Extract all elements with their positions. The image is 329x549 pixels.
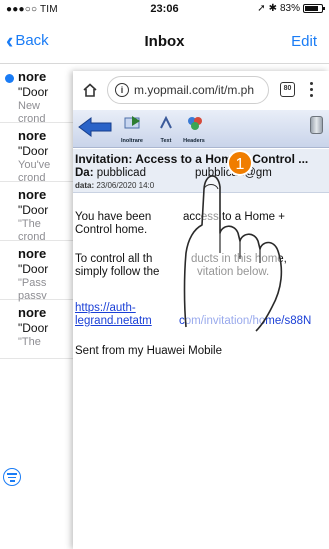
info-icon[interactable]: i: [115, 83, 129, 97]
back-arrow-icon[interactable]: [77, 116, 113, 138]
from-value: pubblicad: [96, 167, 146, 179]
mail-sender: nore: [18, 187, 47, 202]
link-text: https://auth-: [75, 302, 136, 314]
status-bar: ●●●○○ TIM 23:06 ➚ ✱ 83%: [0, 0, 329, 20]
step-marker: 1: [227, 150, 253, 176]
body-text: access to a Home +: [183, 211, 285, 223]
url-field[interactable]: i m.yopmail.com/it/m.ph: [107, 76, 269, 104]
date-label: data:: [75, 181, 95, 190]
webmail-toolbar: Inoltrare Text Headers: [73, 110, 329, 148]
filter-button[interactable]: [3, 468, 21, 486]
mail-preview: "The: [18, 336, 41, 348]
forward-label: Inoltrare: [120, 138, 143, 144]
date-value: 23/06/2020 14:0: [96, 181, 155, 190]
signature: Sent from my Huawei Mobile: [75, 345, 222, 357]
nav-bar: ‹ Back Inbox Edit: [0, 20, 329, 64]
body-text: To control all th: [75, 253, 153, 265]
battery-percent: 83%: [279, 3, 300, 14]
link-text: com/invitation/home/s88N: [179, 315, 312, 327]
body-paragraph: To control all th ducts in this home, si…: [75, 253, 287, 279]
forward-button[interactable]: Inoltrare: [115, 113, 149, 145]
invitation-link[interactable]: https://auth- legrand.netatm com/invitat…: [75, 302, 311, 328]
filter-line: [9, 480, 15, 482]
body-paragraph: You have been access to a Home + Control…: [75, 211, 285, 237]
battery-icon: [303, 4, 325, 13]
mail-sender: nore: [18, 246, 47, 261]
mail-subject: "Door: [18, 144, 49, 158]
mail-subject: "Door: [18, 85, 49, 99]
mail-sender: nore: [18, 305, 47, 320]
message-subject: Invitation: Access to a Home + Control .…: [75, 152, 309, 166]
home-icon[interactable]: [82, 82, 98, 98]
browser-window: i m.yopmail.com/it/m.ph 80 Inoltrare Tex…: [73, 71, 329, 549]
mail-preview: "The: [18, 218, 41, 230]
tabs-button[interactable]: 80: [280, 82, 295, 97]
message-header: Invitation: Access to a Home + Control .…: [73, 149, 329, 193]
mail-preview: "Pass: [18, 277, 47, 289]
page-title: Inbox: [144, 33, 185, 50]
location-icon: ➚: [257, 3, 266, 14]
edit-button[interactable]: Edit: [291, 33, 317, 50]
headers-icon: [188, 117, 202, 130]
headers-button[interactable]: Headers: [177, 113, 211, 145]
body-text: You have been: [75, 211, 152, 223]
body-text: ducts in this home,: [191, 253, 287, 265]
status-right: ➚ ✱ 83%: [257, 3, 325, 14]
mail-sender: nore: [18, 69, 47, 84]
menu-dot: [310, 82, 313, 85]
mail-preview: You've: [18, 159, 51, 171]
message-date: data: 23/06/2020 14:0: [75, 181, 154, 190]
text-icon: [160, 115, 172, 129]
body-text: Control home.: [75, 224, 148, 236]
trash-icon[interactable]: [310, 116, 323, 134]
body-text: vitation below.: [197, 266, 270, 278]
bluetooth-icon: ✱: [268, 3, 277, 14]
address-bar: i m.yopmail.com/it/m.ph 80: [73, 71, 329, 110]
filter-line: [7, 473, 17, 475]
forward-icon: [124, 116, 140, 129]
url-text: m.yopmail.com/it/m.ph: [134, 83, 255, 97]
message-from: Da: pubblicad pubblicad@gm: [75, 167, 272, 179]
mail-subject: "Door: [18, 321, 49, 335]
filter-line: [8, 476, 16, 478]
mail-subject: "Door: [18, 203, 49, 217]
menu-dots-icon[interactable]: [309, 80, 315, 100]
unread-dot-icon: [5, 74, 14, 83]
link-text: legrand.netatm: [75, 315, 152, 327]
battery-level: [305, 6, 319, 11]
from-label: Da:: [75, 167, 94, 179]
headers-label: Headers: [183, 138, 205, 144]
mail-preview: New: [18, 100, 41, 112]
menu-dot: [310, 88, 313, 91]
body-text: simply follow the: [75, 266, 160, 278]
mail-sender: nore: [18, 128, 47, 143]
mail-subject: "Door: [18, 262, 49, 276]
menu-dot: [310, 94, 313, 97]
